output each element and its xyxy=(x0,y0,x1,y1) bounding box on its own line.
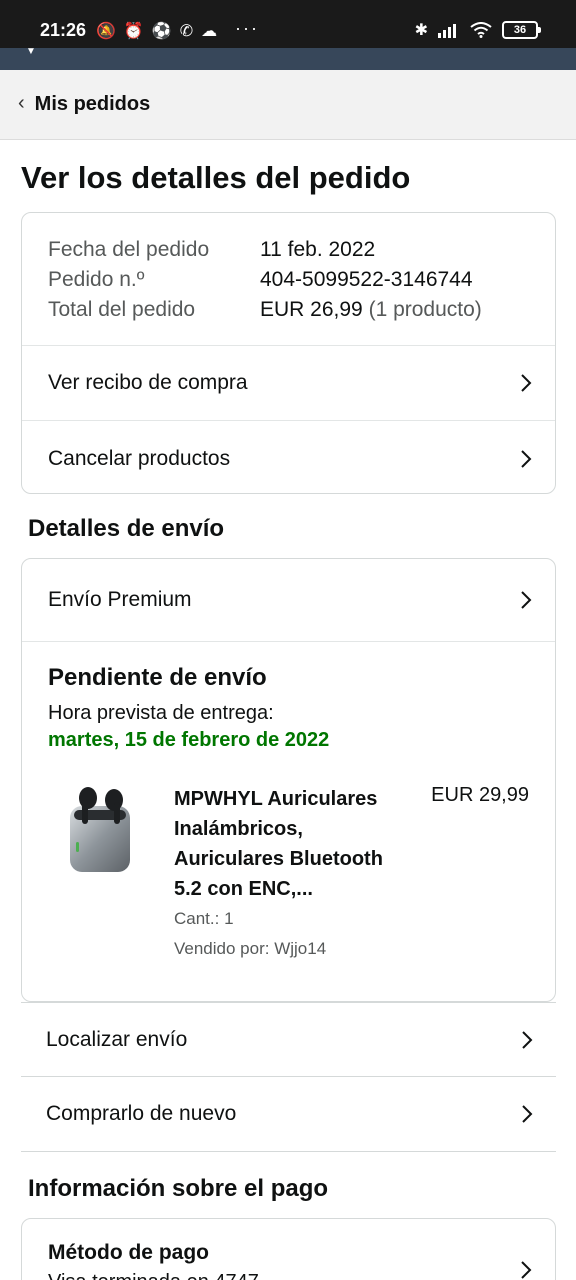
shipping-method-link[interactable]: Envío Premium xyxy=(22,559,555,641)
whatsapp-icon: ✆ xyxy=(179,23,194,40)
item-name[interactable]: MPWHYL Auriculares Inalámbricos, Auricul… xyxy=(174,784,404,904)
product-thumbnail[interactable] xyxy=(48,776,174,886)
buy-again-row[interactable]: Comprarlo de nuevo xyxy=(21,1077,556,1152)
chevron-right-icon xyxy=(521,1261,532,1279)
shipment-status-title: Pendiente de envío xyxy=(48,664,267,691)
track-package-label: Localizar envío xyxy=(46,1027,188,1051)
chevron-right-icon xyxy=(522,1030,533,1049)
item-info: MPWHYL Auriculares Inalámbricos, Auricul… xyxy=(174,776,424,964)
earbuds-product-image xyxy=(70,787,130,872)
order-date-row: Fecha del pedido 11 feb. 2022 xyxy=(48,235,529,265)
status-bar: 21:26 🔕 ⏰ ⚽ ✆ ☁ ··· ✱ 36 xyxy=(0,0,576,48)
bluetooth-icon: ✱ xyxy=(414,22,428,39)
app-top-bar: ▼ xyxy=(0,46,576,70)
more-notifications-icon: ··· xyxy=(235,18,259,38)
chevron-right-icon xyxy=(522,1105,533,1123)
alarm-icon: ⏰ xyxy=(123,23,144,40)
view-receipt-link[interactable]: Ver recibo de compra xyxy=(22,346,555,421)
payment-section-title: Información sobre el pago xyxy=(28,1175,329,1202)
signal-icon xyxy=(438,24,456,38)
shipment-status: Pendiente de envío Hora prevista de entr… xyxy=(22,641,555,964)
cancel-items-label: Cancelar productos xyxy=(48,446,231,470)
item-price: EUR 29,99 xyxy=(431,784,529,806)
wifi-icon xyxy=(470,22,492,38)
order-date-label: Fecha del pedido xyxy=(48,238,210,261)
order-number-label: Pedido n.º xyxy=(48,268,145,291)
chevron-right-icon xyxy=(521,449,532,468)
chevron-right-icon xyxy=(521,591,532,609)
payment-method-detail: Visa terminada en 4747 xyxy=(48,1271,259,1280)
shipping-card: Envío Premium Pendiente de envío Hora pr… xyxy=(21,558,556,1002)
buy-again-label: Comprarlo de nuevo xyxy=(46,1102,237,1125)
eta-date: martes, 15 de febrero de 2022 xyxy=(48,729,330,751)
order-date-value: 11 feb. 2022 xyxy=(260,238,376,261)
order-item-count: (1 producto) xyxy=(368,298,482,321)
clock: 21:26 xyxy=(40,20,87,40)
chevron-right-icon xyxy=(521,374,532,392)
view-receipt-label: Ver recibo de compra xyxy=(48,371,248,394)
payment-method-text: Método de pago Visa terminada en 4747 xyxy=(48,1241,259,1280)
order-total-label: Total del pedido xyxy=(48,298,196,321)
shipping-section-title: Detalles de envío xyxy=(28,515,225,542)
payment-method-title: Método de pago xyxy=(48,1241,209,1264)
battery-indicator: 36 xyxy=(502,21,541,39)
order-number-row: Pedido n.º 404-5099522-3146744 xyxy=(48,265,529,295)
order-summary-card: Fecha del pedido 11 feb. 2022 Pedido n.º… xyxy=(21,212,556,494)
caret-down-icon: ▼ xyxy=(26,46,36,57)
back-to-orders[interactable]: ‹ Mis pedidos xyxy=(0,70,576,140)
notification-icons: 🔕 ⏰ ⚽ ✆ ☁ xyxy=(96,21,217,41)
cloud-icon: ☁ xyxy=(201,23,218,40)
payment-method-row: Método de pago Visa terminada en 4747 xyxy=(48,1241,535,1280)
payment-card[interactable]: Método de pago Visa terminada en 4747 xyxy=(21,1218,556,1280)
page-title: Ver los detalles del pedido xyxy=(21,160,411,195)
order-summary: Fecha del pedido 11 feb. 2022 Pedido n.º… xyxy=(22,213,555,346)
order-item[interactable]: MPWHYL Auriculares Inalámbricos, Auricul… xyxy=(48,776,529,964)
muted-bell-icon: 🔕 xyxy=(96,23,116,40)
football-icon: ⚽ xyxy=(151,23,172,40)
back-label: Mis pedidos xyxy=(34,93,151,115)
order-total-amount: EUR 26,99 xyxy=(260,298,363,321)
eta-label: Hora prevista de entrega: xyxy=(48,702,274,724)
track-package-row[interactable]: Localizar envío xyxy=(21,1002,556,1077)
shipping-method-label: Envío Premium xyxy=(48,588,192,611)
order-number-value: 404-5099522-3146744 xyxy=(260,268,473,291)
cancel-items-link[interactable]: Cancelar productos xyxy=(22,421,555,493)
order-total-value: EUR 26,99 (1 producto) xyxy=(260,295,482,325)
chevron-left-icon: ‹ xyxy=(18,92,25,114)
item-seller: Vendido por: Wjjo14 xyxy=(174,939,327,958)
order-total-row: Total del pedido EUR 26,99 (1 producto) xyxy=(48,295,529,325)
item-quantity: Cant.: 1 xyxy=(174,909,234,928)
